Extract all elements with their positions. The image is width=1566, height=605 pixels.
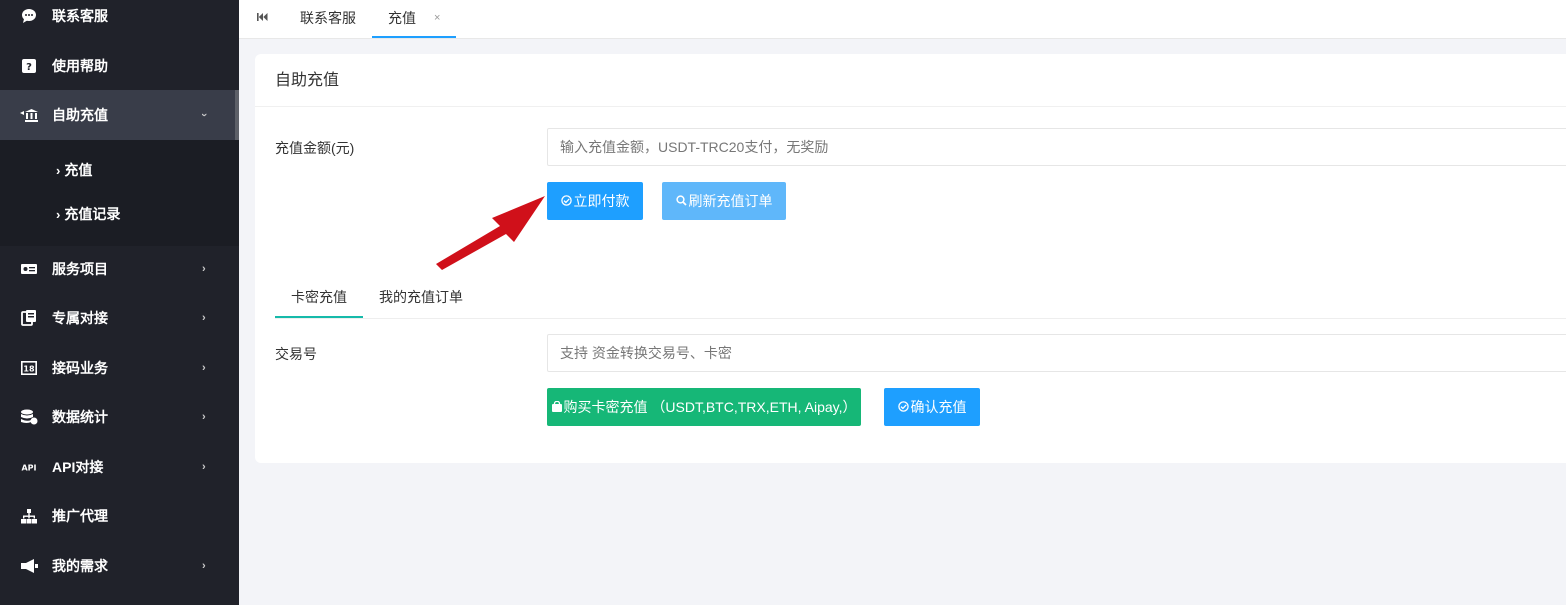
sidebar-item-dedicated[interactable]: 专属对接 › bbox=[0, 293, 239, 343]
sidebar-item-api[interactable]: API API对接 › bbox=[0, 442, 239, 492]
sitemap-icon bbox=[20, 507, 38, 525]
megaphone-icon bbox=[20, 557, 38, 575]
sidebar-item-promotion[interactable]: 推广代理 bbox=[0, 491, 239, 541]
chevron-right-icon: › bbox=[202, 560, 206, 572]
confirm-recharge-button[interactable]: 确认充值 bbox=[884, 388, 980, 426]
device-icon bbox=[20, 309, 38, 327]
sidebar-subitem-recharge[interactable]: › 充值 bbox=[56, 148, 92, 192]
tab-label: 充值 bbox=[388, 10, 416, 26]
sidebar-item-label: 服务项目 bbox=[52, 261, 108, 277]
code-icon: 18 bbox=[20, 359, 38, 377]
search-icon bbox=[675, 183, 687, 221]
sidebar-item-label: 推广代理 bbox=[52, 508, 108, 524]
sidebar-item-label: 专属对接 bbox=[52, 310, 108, 326]
sidebar-item-self-recharge[interactable]: 自助充值 › bbox=[0, 90, 239, 140]
svg-text:18: 18 bbox=[23, 365, 35, 374]
chevron-right-icon: › bbox=[202, 263, 206, 275]
bank-icon bbox=[20, 106, 38, 124]
amount-input[interactable] bbox=[547, 128, 1566, 166]
sidebar-item-contact-support[interactable]: 联系客服 bbox=[0, 0, 239, 41]
confirm-recharge-label: 确认充值 bbox=[910, 399, 967, 415]
refresh-orders-label: 刷新充值订单 bbox=[688, 193, 773, 209]
chevron-right-icon: › bbox=[56, 162, 61, 178]
close-icon[interactable]: × bbox=[434, 0, 440, 36]
pay-now-label: 立即付款 bbox=[573, 193, 630, 209]
tab-my-orders[interactable]: 我的充值订单 bbox=[379, 282, 463, 318]
buy-card-button[interactable]: 购买卡密充值 （USDT,BTC,TRX,ETH, Aipay,） bbox=[547, 388, 861, 426]
sidebar-item-label: 我的需求 bbox=[52, 558, 108, 574]
sidebar-item-label: 接码业务 bbox=[52, 360, 108, 376]
tab-card-recharge[interactable]: 卡密充值 bbox=[275, 282, 363, 318]
id-card-icon bbox=[20, 260, 38, 278]
inner-tab-bar: 卡密充值 我的充值订单 bbox=[275, 282, 1566, 319]
tab-contact-support[interactable]: 联系客服 bbox=[300, 0, 356, 38]
chevron-right-icon: › bbox=[202, 411, 206, 423]
sidebar-subitem-label: 充值记录 bbox=[64, 206, 121, 222]
database-icon bbox=[20, 408, 38, 426]
sidebar-item-label: 数据统计 bbox=[52, 409, 108, 425]
amount-label: 充值金额(元) bbox=[275, 140, 355, 156]
sidebar-item-label: 使用帮助 bbox=[52, 58, 108, 74]
check-circle-icon bbox=[560, 183, 572, 221]
sidebar-item-help[interactable]: ? 使用帮助 bbox=[0, 41, 239, 91]
chevron-right-icon: › bbox=[56, 206, 61, 222]
rewind-icon[interactable] bbox=[257, 11, 268, 25]
tab-label: 我的充值订单 bbox=[379, 289, 463, 305]
chevron-down-icon: › bbox=[197, 113, 210, 117]
sidebar: 联系客服 ? 使用帮助 自助充值 › › 充值 › 充值记录 服务项目 › 专属… bbox=[0, 0, 239, 605]
sidebar-item-label: 联系客服 bbox=[52, 8, 108, 24]
sidebar-item-services[interactable]: 服务项目 › bbox=[0, 244, 239, 294]
sidebar-item-statistics[interactable]: 数据统计 › bbox=[0, 392, 239, 442]
svg-text:?: ? bbox=[26, 62, 32, 73]
question-icon: ? bbox=[20, 57, 38, 75]
check-circle-icon bbox=[897, 389, 909, 427]
api-icon: API bbox=[20, 458, 38, 476]
shopping-bag-icon bbox=[551, 389, 562, 427]
card-title: 自助充值 bbox=[255, 54, 1566, 107]
pay-now-button[interactable]: 立即付款 bbox=[547, 182, 643, 220]
transaction-label: 交易号 bbox=[275, 346, 317, 362]
refresh-orders-button[interactable]: 刷新充值订单 bbox=[662, 182, 786, 220]
chevron-right-icon: › bbox=[202, 461, 206, 473]
sidebar-item-label: 自助充值 bbox=[52, 107, 108, 123]
sidebar-item-sms-code[interactable]: 18 接码业务 › bbox=[0, 343, 239, 393]
tab-label: 联系客服 bbox=[300, 10, 356, 26]
sidebar-item-label: API对接 bbox=[52, 459, 104, 475]
annotation-arrow-icon bbox=[436, 196, 545, 270]
buy-card-label: 购买卡密充值 （USDT,BTC,TRX,ETH, Aipay,） bbox=[563, 399, 857, 415]
tab-bar: 联系客服 充值 × bbox=[239, 0, 1566, 39]
sidebar-subitem-recharge-records[interactable]: › 充值记录 bbox=[56, 192, 120, 236]
chevron-right-icon: › bbox=[202, 312, 206, 324]
sidebar-subitem-label: 充值 bbox=[64, 162, 93, 178]
chat-bubble-icon bbox=[20, 7, 38, 25]
sidebar-item-my-requests[interactable]: 我的需求 › bbox=[0, 541, 239, 591]
chevron-right-icon: › bbox=[202, 362, 206, 374]
tab-recharge[interactable]: 充值 × bbox=[372, 0, 456, 38]
tab-label: 卡密充值 bbox=[291, 289, 347, 305]
transaction-input[interactable] bbox=[547, 334, 1566, 372]
svg-text:API: API bbox=[21, 464, 36, 473]
